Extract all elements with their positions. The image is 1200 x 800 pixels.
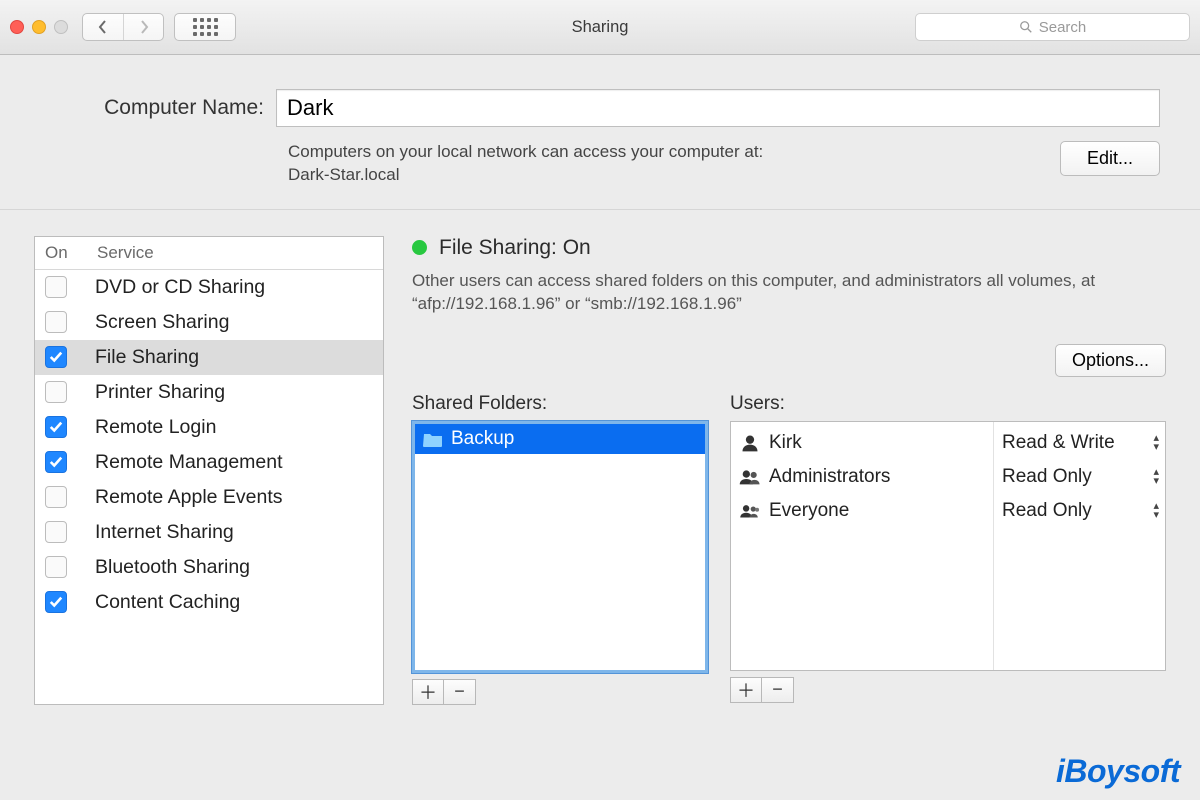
- computer-name-description: Computers on your local network can acce…: [288, 141, 1060, 187]
- service-checkbox[interactable]: [45, 346, 67, 368]
- permission-select[interactable]: Read & Write ▴▾: [994, 426, 1165, 460]
- service-checkbox[interactable]: [45, 276, 67, 298]
- permission-value: Read & Write: [1002, 432, 1115, 454]
- shared-folder-name: Backup: [451, 428, 514, 450]
- service-checkbox[interactable]: [45, 591, 67, 613]
- user-icon: [739, 467, 761, 487]
- service-name: Bluetooth Sharing: [95, 556, 250, 579]
- status-indicator-icon: [412, 240, 427, 255]
- user-name: Kirk: [769, 432, 802, 454]
- folder-icon: [423, 431, 443, 447]
- show-all-prefs-button[interactable]: [174, 13, 236, 41]
- service-detail: File Sharing: On Other users can access …: [412, 236, 1166, 705]
- service-row[interactable]: Remote Login: [35, 410, 383, 445]
- shared-folders-label: Shared Folders:: [412, 393, 708, 415]
- status-description: Other users can access shared folders on…: [412, 270, 1166, 316]
- fullscreen-window-button[interactable]: [54, 20, 68, 34]
- service-checkbox[interactable]: [45, 416, 67, 438]
- stepper-icon: ▴▾: [1153, 502, 1159, 519]
- users-list[interactable]: Kirk Administrators Everyone Read & Write ▴…: [730, 421, 1166, 671]
- service-name: Remote Apple Events: [95, 486, 283, 509]
- back-button[interactable]: [83, 14, 123, 40]
- shared-folders-column: Shared Folders: Backup ＋ −: [412, 393, 708, 705]
- service-checkbox[interactable]: [45, 521, 67, 543]
- close-window-button[interactable]: [10, 20, 24, 34]
- service-name: Internet Sharing: [95, 521, 234, 544]
- user-icon: [739, 501, 761, 521]
- service-checkbox[interactable]: [45, 486, 67, 508]
- stepper-icon: ▴▾: [1153, 434, 1159, 451]
- service-checkbox[interactable]: [45, 311, 67, 333]
- service-name: File Sharing: [95, 346, 199, 369]
- service-name: Screen Sharing: [95, 311, 229, 334]
- status-line: File Sharing: On: [412, 236, 1166, 260]
- service-row[interactable]: Remote Management: [35, 445, 383, 480]
- service-row[interactable]: Internet Sharing: [35, 515, 383, 550]
- computer-name-section: Computer Name: Computers on your local n…: [0, 55, 1200, 210]
- service-row[interactable]: Content Caching: [35, 585, 383, 620]
- user-row[interactable]: Everyone: [731, 494, 993, 528]
- user-name: Everyone: [769, 500, 849, 522]
- service-row[interactable]: Remote Apple Events: [35, 480, 383, 515]
- services-header: On Service: [35, 237, 383, 270]
- search-input[interactable]: Search: [915, 13, 1190, 41]
- permission-value: Read Only: [1002, 500, 1092, 522]
- stepper-icon: ▴▾: [1153, 468, 1159, 485]
- grid-icon: [193, 18, 218, 36]
- column-header-on: On: [45, 243, 97, 263]
- forward-button[interactable]: [123, 14, 163, 40]
- minimize-window-button[interactable]: [32, 20, 46, 34]
- titlebar: Sharing Search: [0, 0, 1200, 55]
- permission-value: Read Only: [1002, 466, 1092, 488]
- services-list[interactable]: On Service DVD or CD Sharing Screen Shari…: [34, 236, 384, 705]
- service-name: Printer Sharing: [95, 381, 225, 404]
- users-column: Users: Kirk Administrators Everyone Read &…: [730, 393, 1166, 703]
- user-row[interactable]: Administrators: [731, 460, 993, 494]
- shared-folders-list[interactable]: Backup: [412, 421, 708, 673]
- service-checkbox[interactable]: [45, 451, 67, 473]
- service-name: Content Caching: [95, 591, 240, 614]
- column-header-service: Service: [97, 243, 154, 263]
- service-row[interactable]: DVD or CD Sharing: [35, 270, 383, 305]
- remove-shared-folder-button[interactable]: −: [444, 679, 476, 705]
- user-name: Administrators: [769, 466, 890, 488]
- status-title: File Sharing: On: [439, 236, 591, 260]
- remove-user-button[interactable]: −: [762, 677, 794, 703]
- user-row[interactable]: Kirk: [731, 426, 993, 460]
- computer-name-label: Computer Name:: [40, 96, 276, 120]
- add-shared-folder-button[interactable]: ＋: [412, 679, 444, 705]
- computer-name-input[interactable]: [276, 89, 1160, 127]
- watermark: iBoysoft: [1056, 753, 1180, 790]
- service-row[interactable]: File Sharing: [35, 340, 383, 375]
- service-name: DVD or CD Sharing: [95, 276, 265, 299]
- search-icon: [1019, 20, 1033, 34]
- search-placeholder: Search: [1039, 19, 1087, 36]
- users-label: Users:: [730, 393, 1166, 415]
- service-name: Remote Login: [95, 416, 216, 439]
- shared-folder-row[interactable]: Backup: [415, 424, 705, 454]
- edit-hostname-button[interactable]: Edit...: [1060, 141, 1160, 176]
- add-user-button[interactable]: ＋: [730, 677, 762, 703]
- service-row[interactable]: Bluetooth Sharing: [35, 550, 383, 585]
- service-checkbox[interactable]: [45, 556, 67, 578]
- service-row[interactable]: Printer Sharing: [35, 375, 383, 410]
- permission-select[interactable]: Read Only ▴▾: [994, 460, 1165, 494]
- service-row[interactable]: Screen Sharing: [35, 305, 383, 340]
- permission-select[interactable]: Read Only ▴▾: [994, 494, 1165, 528]
- user-icon: [739, 433, 761, 453]
- options-button[interactable]: Options...: [1055, 344, 1166, 377]
- service-checkbox[interactable]: [45, 381, 67, 403]
- main-area: On Service DVD or CD Sharing Screen Shari…: [0, 210, 1200, 721]
- nav-back-forward: [82, 13, 164, 41]
- window-controls: [10, 20, 68, 34]
- service-name: Remote Management: [95, 451, 283, 474]
